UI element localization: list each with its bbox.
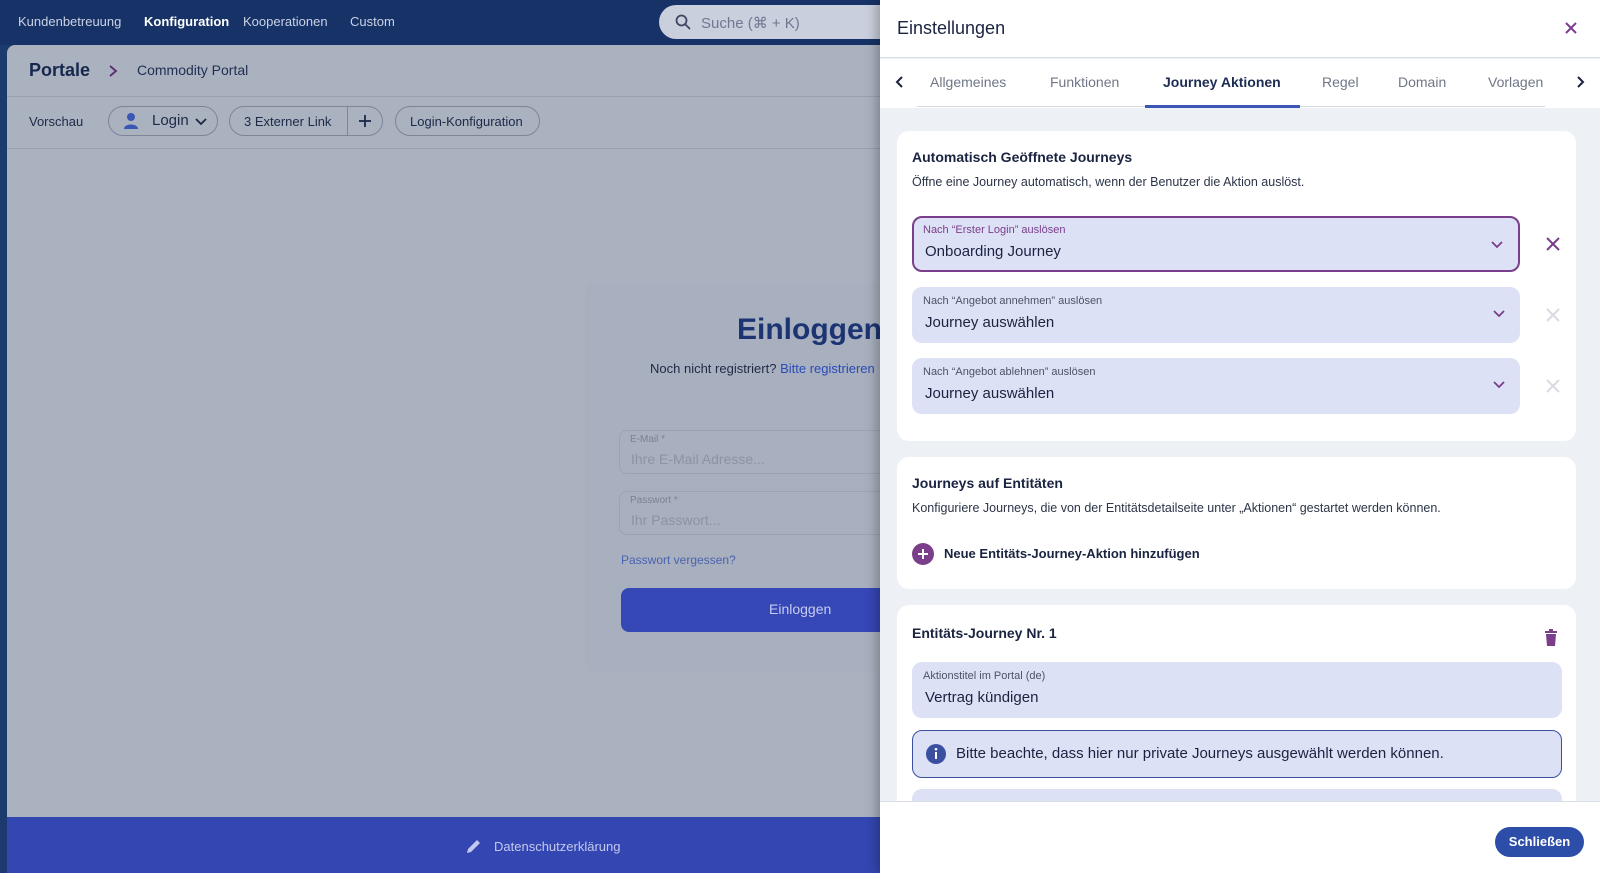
clear-icon[interactable] [1545, 236, 1561, 252]
close-icon[interactable] [1561, 18, 1581, 38]
register-link[interactable]: Bitte registrieren [780, 361, 875, 376]
info-text: Bitte beachte, dass hier nur private Jou… [956, 745, 1444, 762]
breadcrumb-portale[interactable]: Portale [29, 60, 90, 81]
divider [347, 107, 348, 135]
external-link-group[interactable]: 3 Externer Link [229, 106, 383, 136]
accept-offer-journey-select[interactable]: Nach “Angebot annehmen” auslösen Journey… [912, 287, 1520, 343]
active-tab-indicator [1145, 105, 1300, 108]
breadcrumb-current[interactable]: Commodity Portal [137, 62, 248, 78]
add-circle-icon[interactable] [912, 543, 934, 565]
clear-icon [1546, 308, 1560, 322]
action-title-value: Vertrag kündigen [925, 689, 1039, 706]
chevron-right-icon[interactable] [1573, 75, 1587, 89]
login-select-label: Login [152, 112, 189, 129]
select-label: Nach “Angebot annehmen” auslösen [923, 295, 1103, 307]
password-field[interactable]: Passwort * Ihr Passwort... [619, 491, 919, 535]
select-value: Onboarding Journey [925, 243, 1061, 260]
action-title-field[interactable]: Aktionstitel im Portal (de) Vertrag künd… [912, 662, 1562, 718]
not-registered-text: Noch nicht registriert? [650, 361, 777, 376]
nav-kooperationen[interactable]: Kooperationen [243, 14, 328, 29]
entity-journeys-card: Journeys auf Entitäten Konfiguriere Jour… [897, 457, 1576, 589]
panel-title: Einstellungen [897, 18, 1006, 38]
forgot-password-link[interactable]: Passwort vergessen? [621, 553, 736, 567]
close-button[interactable]: Schließen [1495, 827, 1584, 857]
tab-allgemeines[interactable]: Allgemeines [930, 74, 1006, 90]
select-value: Journey auswählen [925, 314, 1055, 331]
chevron-left-icon[interactable] [893, 75, 907, 89]
clear-icon [1546, 379, 1560, 393]
user-icon [124, 113, 138, 129]
chevron-down-icon [195, 118, 207, 126]
info-icon [926, 744, 946, 764]
search-icon [675, 14, 691, 30]
register-text: Noch nicht registriert? Bitte registrier… [650, 361, 875, 376]
chevron-down-icon [1493, 381, 1505, 389]
nav-konfiguration[interactable]: Konfiguration [144, 14, 229, 29]
entity-journeys-title: Journeys auf Entitäten [912, 475, 1063, 491]
panel-tabs: Allgemeines Funktionen Journey Aktionen … [880, 59, 1600, 108]
trash-icon[interactable] [1542, 629, 1560, 647]
search-placeholder: Suche (⌘ + K) [701, 15, 800, 32]
password-placeholder: Ihr Passwort... [631, 512, 721, 528]
select-value: Journey auswählen [925, 385, 1055, 402]
preview-toolbar: Vorschau Login 3 Externer Link Login-Kon… [7, 97, 907, 149]
auto-journeys-card: Automatisch Geöffnete Journeys Öffne ein… [897, 131, 1576, 441]
reject-offer-journey-select[interactable]: Nach “Angebot ablehnen” auslösen Journey… [912, 358, 1520, 414]
tab-domain[interactable]: Domain [1398, 74, 1446, 90]
entity-journeys-desc: Konfiguriere Journeys, die von der Entit… [912, 501, 1441, 515]
preview-label: Vorschau [29, 114, 84, 129]
privacy-link[interactable]: Datenschutzerklärung [494, 839, 620, 854]
panel-header: Einstellungen [880, 0, 1600, 58]
panel-footer: Schließen [880, 801, 1600, 873]
email-label: E-Mail * [630, 434, 666, 445]
password-label: Passwort * [630, 495, 678, 506]
settings-panel: Einstellungen Allgemeines Funktionen Jou… [880, 0, 1600, 873]
select-label: Nach “Erster Login” auslösen [923, 224, 1066, 236]
plus-icon[interactable] [358, 114, 372, 128]
external-link-label: 3 Externer Link [244, 114, 332, 129]
tab-funktionen[interactable]: Funktionen [1050, 74, 1119, 90]
chevron-right-icon [109, 65, 118, 77]
entity-journey-title: Entitäts-Journey Nr. 1 [912, 625, 1057, 641]
login-title: Einloggen [737, 313, 882, 346]
first-login-journey-select[interactable]: Nach “Erster Login” auslösen Onboarding … [912, 216, 1520, 272]
entity-journey-card: Entitäts-Journey Nr. 1 Aktionstitel im P… [897, 605, 1576, 805]
tab-journey-aktionen[interactable]: Journey Aktionen [1163, 74, 1281, 90]
info-notice: Bitte beachte, dass hier nur private Jou… [912, 730, 1562, 778]
close-button-label: Schließen [1508, 834, 1571, 849]
email-field[interactable]: E-Mail * Ihre E-Mail Adresse... [619, 430, 919, 474]
login-button[interactable]: Einloggen [621, 588, 917, 632]
add-entity-journey-button[interactable]: Neue Entitäts-Journey-Aktion hinzufügen [944, 546, 1200, 561]
breadcrumb: Portale Commodity Portal [7, 45, 907, 97]
auto-journeys-desc: Öffne eine Journey automatisch, wenn der… [912, 175, 1305, 189]
tab-regel[interactable]: Regel [1322, 74, 1359, 90]
login-page-select[interactable]: Login [108, 106, 218, 136]
email-placeholder: Ihre E-Mail Adresse... [631, 451, 765, 467]
action-title-label: Aktionstitel im Portal (de) [923, 670, 1046, 682]
select-label: Nach “Angebot ablehnen” auslösen [923, 366, 1096, 378]
nav-custom[interactable]: Custom [350, 14, 395, 29]
tab-vorlagen[interactable]: Vorlagen [1488, 74, 1543, 90]
portal-footer: Datenschutzerklärung [7, 817, 907, 873]
chevron-down-icon [1491, 241, 1503, 249]
auto-journeys-title: Automatisch Geöffnete Journeys [912, 149, 1133, 165]
chevron-down-icon [1493, 310, 1505, 318]
nav-kundenbetreuung[interactable]: Kundenbetreuung [18, 14, 121, 29]
login-config-label: Login-Konfiguration [410, 114, 523, 129]
pencil-icon[interactable] [465, 837, 483, 855]
login-config-button[interactable]: Login-Konfiguration [395, 106, 540, 136]
login-button-label: Einloggen [769, 601, 832, 617]
portal-editor: Portale Commodity Portal Vorschau Login … [7, 45, 919, 873]
